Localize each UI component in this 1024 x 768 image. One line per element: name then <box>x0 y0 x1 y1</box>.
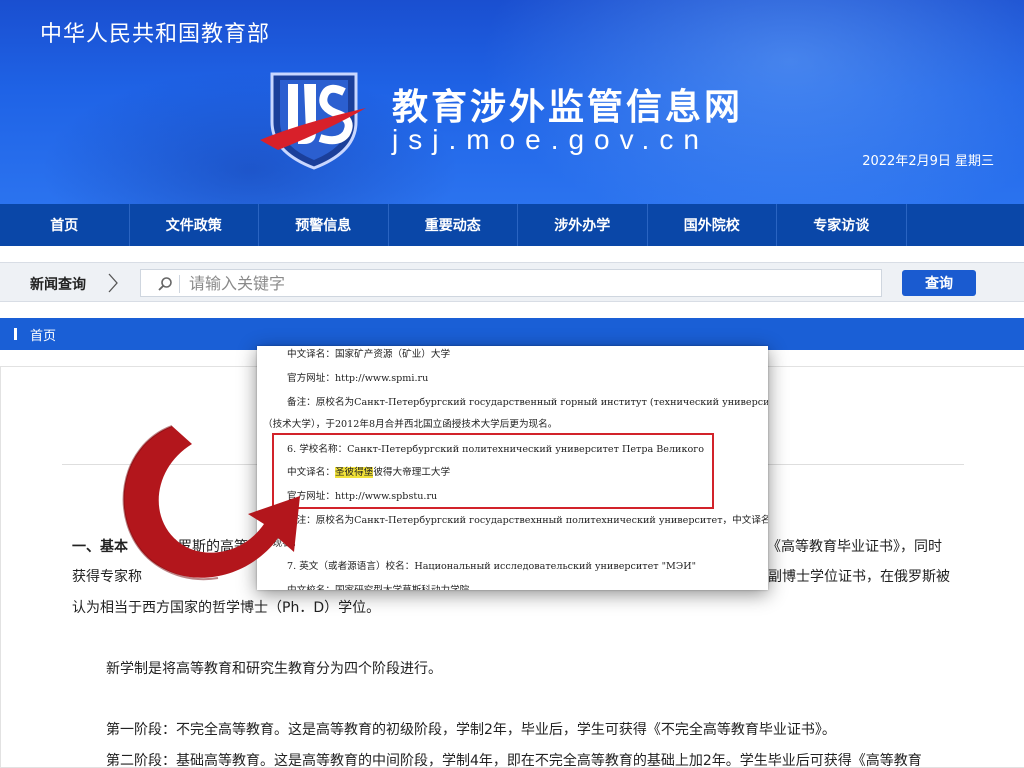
article-para-2-tail: 副博士学位证书，在俄罗斯被 <box>768 569 950 585</box>
nav-item-warnings[interactable]: 预警信息 <box>259 204 389 246</box>
document-excerpt: 中文译名：国家矿产资源（矿业）大学 官方网址：http://www.spmi.r… <box>257 346 768 590</box>
highlight-box <box>272 433 714 509</box>
nav-item-cooperative-schools[interactable]: 涉外办学 <box>518 204 648 246</box>
nav-item-home[interactable]: 首页 <box>0 204 130 246</box>
excerpt-line-website: 官方网址：http://www.spmi.ru <box>287 373 429 384</box>
main-nav: 首页 文件政策 预警信息 重要动态 涉外办学 国外院校 专家访谈 <box>0 204 1024 246</box>
news-query-label: 新闻查询 <box>30 277 86 293</box>
nav-item-expert-interviews[interactable]: 专家访谈 <box>777 204 907 246</box>
search-input[interactable] <box>189 270 869 296</box>
search-row: 新闻查询 查询 <box>0 262 1024 302</box>
nav-item-foreign-institutions[interactable]: 国外院校 <box>648 204 777 246</box>
header-banner: 中华人民共和国教育部 教育涉外监管信息网 jsj.moe.gov.cn 2022… <box>0 0 1024 204</box>
site-url: jsj.moe.gov.cn <box>392 124 709 155</box>
excerpt-line-school-7: 7. 英文（或者源语言）校名：Национальный исследовател… <box>287 561 697 572</box>
search-box <box>140 269 882 297</box>
article-para-1-tail: 《高等教育毕业证书》，同时 <box>767 539 942 555</box>
excerpt-line-chinese-name: 中文译名：国家矿产资源（矿业）大学 <box>287 349 451 360</box>
article-para-6: 第二阶段：基础高等教育。这是高等教育的中间阶段，学制4年，即在不完全高等教育的基… <box>106 753 922 768</box>
article-para-5: 第一阶段：不完全高等教育。这是高等教育的初级阶段，学制2年，毕业后，学生可获得《… <box>106 722 836 738</box>
excerpt-line-school-7-cn: 中文校名：国家研究型大学莫斯科动力学院 <box>287 582 469 590</box>
breadcrumb-marker <box>14 328 17 340</box>
search-divider <box>179 275 180 293</box>
chevron-right-icon <box>108 273 118 293</box>
curved-arrow-icon <box>122 425 300 581</box>
excerpt-line-note-2: 备注：原校名为Санкт-Петербургский государствехн… <box>287 515 768 526</box>
site-name[interactable]: 教育涉外监管信息网 <box>392 78 743 130</box>
current-date: 2022年2月9日 星期三 <box>862 154 994 169</box>
nav-item-news[interactable]: 重要动态 <box>389 204 518 246</box>
nav-item-policy[interactable]: 文件政策 <box>130 204 259 246</box>
article-para-4: 新学制是将高等教育和研究生教育分为四个阶段进行。 <box>106 661 442 677</box>
excerpt-line-note: 备注：原校名为Санкт-Петербургский государственн… <box>287 397 768 408</box>
breadcrumb-home-link[interactable]: 首页 <box>30 325 56 344</box>
site-logo-icon[interactable] <box>258 70 370 170</box>
search-button[interactable]: 查询 <box>902 270 976 296</box>
search-icon <box>158 277 172 291</box>
ministry-title[interactable]: 中华人民共和国教育部 <box>40 16 270 48</box>
